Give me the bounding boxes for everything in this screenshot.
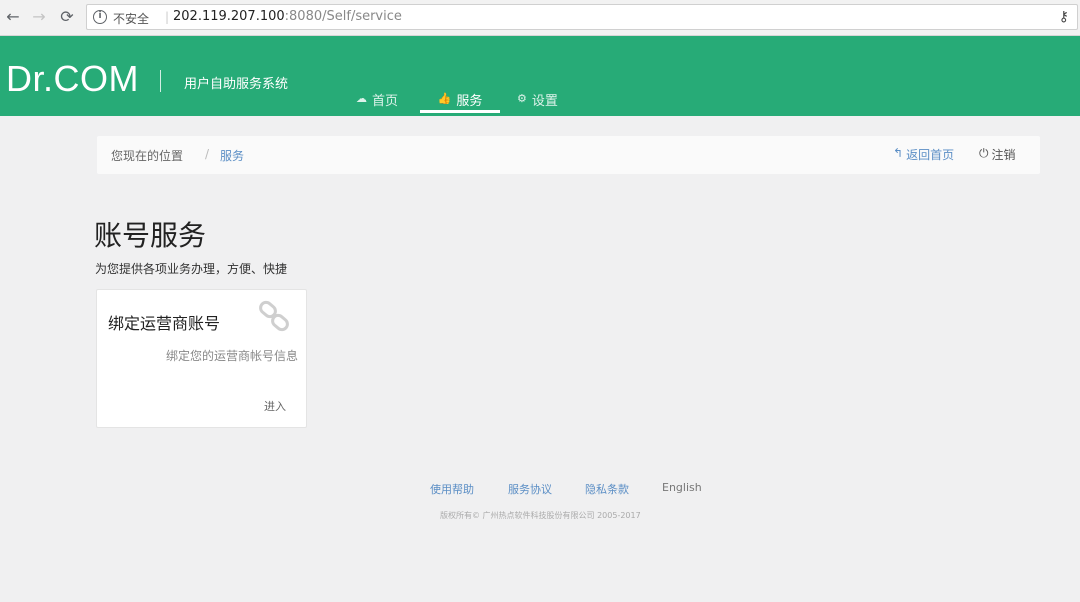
- back-icon[interactable]: ←: [2, 6, 24, 28]
- logout-link[interactable]: ⏻ 注销: [979, 146, 1016, 163]
- copyright: 版权所有© 广州热点软件科技股份有限公司 2005-2017: [440, 511, 641, 520]
- power-icon: ⏻: [979, 146, 989, 160]
- link-icon: [259, 300, 289, 332]
- active-nav-indicator: [420, 110, 500, 113]
- footer-help-link[interactable]: 使用帮助: [430, 481, 474, 497]
- key-icon[interactable]: ⚷: [1059, 9, 1069, 25]
- bind-carrier-account-card[interactable]: 绑定运营商账号 绑定您的运营商帐号信息 进入: [96, 289, 307, 428]
- breadcrumb-separator: /: [205, 147, 210, 161]
- security-label[interactable]: 不安全: [113, 10, 149, 27]
- address-bar[interactable]: i 不安全 | 202.119.207.100:8080/Self/servic…: [86, 4, 1078, 30]
- back-home-label: 返回首页: [906, 148, 955, 162]
- card-title: 绑定运营商账号: [108, 314, 221, 333]
- nav-settings-label: 设置: [531, 94, 558, 109]
- site-header: Dr.COM 用户自助服务系统 ☁ 首页 👍 服务 ⚙ 设置: [0, 36, 1080, 116]
- info-icon[interactable]: i: [93, 10, 107, 24]
- nav-home-label: 首页: [372, 94, 399, 109]
- return-arrow-icon: ↰: [893, 146, 904, 160]
- card-enter-link[interactable]: 进入: [264, 398, 286, 414]
- nav-service-label: 服务: [456, 94, 483, 109]
- breadcrumb-current: 服务: [220, 149, 245, 163]
- browser-toolbar: ← → ⟳ i 不安全 | 202.119.207.100:8080/Self/…: [0, 0, 1080, 36]
- url-divider: |: [165, 10, 170, 24]
- reload-icon[interactable]: ⟳: [56, 6, 78, 28]
- back-home-link[interactable]: ↰ 返回首页: [893, 146, 954, 163]
- url-text[interactable]: 202.119.207.100:8080/Self/service: [173, 9, 402, 24]
- logo-divider: [160, 70, 161, 92]
- footer-english-link[interactable]: English: [662, 481, 702, 494]
- nav-settings[interactable]: ⚙ 设置: [517, 90, 558, 114]
- cloud-icon: ☁: [356, 92, 367, 105]
- nav-home[interactable]: ☁ 首页: [356, 90, 398, 114]
- url-host: 202.119.207.100: [173, 9, 285, 24]
- url-path: :8080/Self/service: [284, 9, 402, 24]
- page-subtitle: 为您提供各项业务办理，方便、快捷: [95, 262, 288, 276]
- footer-privacy-link[interactable]: 隐私条款: [585, 481, 629, 497]
- gear-icon: ⚙: [517, 92, 527, 105]
- card-description: 绑定您的运营商帐号信息: [165, 349, 298, 363]
- footer-agreement-link[interactable]: 服务协议: [508, 481, 552, 497]
- breadcrumb: 您现在的位置 / 服务 ↰ 返回首页 ⏻ 注销: [97, 136, 1040, 174]
- page-title: 账号服务: [94, 219, 207, 252]
- system-subtitle: 用户自助服务系统: [184, 77, 289, 92]
- thumbs-up-icon: 👍: [437, 92, 452, 105]
- logout-label: 注销: [991, 148, 1016, 162]
- logo[interactable]: Dr.COM: [6, 58, 139, 100]
- forward-icon[interactable]: →: [28, 6, 50, 28]
- breadcrumb-label: 您现在的位置: [111, 149, 184, 163]
